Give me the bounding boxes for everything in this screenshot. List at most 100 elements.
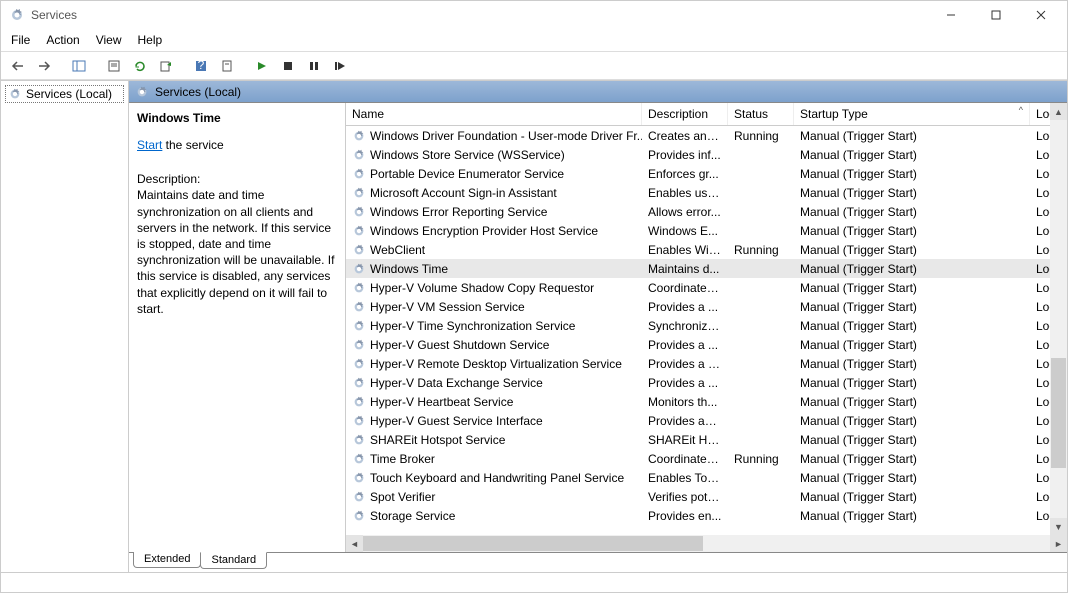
properties-button[interactable] [103, 55, 125, 77]
selected-service-name: Windows Time [137, 111, 337, 125]
main-area: Services (Local) Services (Local) Window… [1, 80, 1067, 572]
service-startup: Manual (Trigger Start) [794, 224, 1030, 238]
refresh-button[interactable] [129, 55, 151, 77]
service-startup: Manual (Trigger Start) [794, 300, 1030, 314]
col-name[interactable]: Name [346, 103, 642, 125]
vertical-scrollbar[interactable]: ▲ ▼ [1050, 103, 1067, 535]
window-title: Services [31, 8, 77, 22]
service-name: Time Broker [370, 452, 435, 466]
service-desc: SHAREit Ho... [642, 433, 728, 447]
tab-standard[interactable]: Standard [200, 552, 267, 569]
list-header: Name Description Status Startup Type^ Lo… [345, 103, 1067, 126]
service-name: SHAREit Hotspot Service [370, 433, 505, 447]
menu-view[interactable]: View [96, 33, 122, 47]
service-desc: Provides an ... [642, 414, 728, 428]
service-desc: Enables Win... [642, 243, 728, 257]
table-row[interactable]: Hyper-V Guest Service InterfaceProvides … [346, 411, 1067, 430]
service-startup: Manual (Trigger Start) [794, 433, 1030, 447]
service-startup: Manual (Trigger Start) [794, 167, 1030, 181]
table-row[interactable]: Storage ServiceProvides en...Manual (Tri… [346, 506, 1067, 525]
table-row[interactable]: Time BrokerCoordinates...RunningManual (… [346, 449, 1067, 468]
back-button[interactable] [7, 55, 29, 77]
menu-help[interactable]: Help [138, 33, 163, 47]
table-row[interactable]: Windows Error Reporting ServiceAllows er… [346, 202, 1067, 221]
scroll-up-icon[interactable]: ▲ [1050, 103, 1067, 120]
tree-pane: Services (Local) [1, 81, 129, 572]
table-row[interactable]: Spot VerifierVerifies pote...Manual (Tri… [346, 487, 1067, 506]
stop-service-button[interactable] [277, 55, 299, 77]
table-row[interactable]: Touch Keyboard and Handwriting Panel Ser… [346, 468, 1067, 487]
service-desc: Allows error... [642, 205, 728, 219]
table-row[interactable]: WebClientEnables Win...RunningManual (Tr… [346, 240, 1067, 259]
vscroll-thumb[interactable] [1051, 358, 1066, 468]
service-status: Running [728, 129, 794, 143]
table-row[interactable]: Hyper-V Volume Shadow Copy RequestorCoor… [346, 278, 1067, 297]
menu-file[interactable]: File [11, 33, 30, 47]
service-desc: Enforces gr... [642, 167, 728, 181]
table-row[interactable]: Microsoft Account Sign-in AssistantEnabl… [346, 183, 1067, 202]
gear-icon [352, 262, 366, 276]
content-header-label: Services (Local) [155, 85, 241, 99]
service-status: Running [728, 243, 794, 257]
gear-icon [352, 167, 366, 181]
content-header: Services (Local) [129, 81, 1067, 103]
gear-icon [352, 357, 366, 371]
hscroll-thumb[interactable] [363, 536, 703, 551]
col-startup[interactable]: Startup Type^ [794, 103, 1030, 125]
tree-root-item[interactable]: Services (Local) [5, 85, 124, 103]
service-startup: Manual (Trigger Start) [794, 376, 1030, 390]
tree-root-label: Services (Local) [26, 87, 112, 101]
service-name: Portable Device Enumerator Service [370, 167, 564, 181]
statusbar [1, 572, 1067, 592]
close-button[interactable] [1018, 1, 1063, 29]
scroll-right-icon[interactable]: ► [1050, 535, 1067, 552]
gear-icon [135, 85, 149, 99]
table-row[interactable]: Hyper-V Heartbeat ServiceMonitors th...M… [346, 392, 1067, 411]
service-name: Microsoft Account Sign-in Assistant [370, 186, 557, 200]
action-suffix: the service [162, 138, 223, 152]
table-row[interactable]: Hyper-V VM Session ServiceProvides a ...… [346, 297, 1067, 316]
service-status: Running [728, 452, 794, 466]
table-row[interactable]: Windows Driver Foundation - User-mode Dr… [346, 126, 1067, 145]
table-row[interactable]: SHAREit Hotspot Service SHAREit Ho... Manu… [346, 430, 1067, 449]
col-description[interactable]: Description [642, 103, 728, 125]
pause-service-button[interactable] [303, 55, 325, 77]
description-text: Maintains date and time synchronization … [137, 187, 337, 317]
service-startup: Manual (Trigger Start) [794, 148, 1030, 162]
service-name: Hyper-V Time Synchronization Service [370, 319, 575, 333]
service-desc: Maintains d... [642, 262, 728, 276]
table-row[interactable]: Windows TimeMaintains d...Manual (Trigge… [346, 259, 1067, 278]
table-row[interactable]: Hyper-V Remote Desktop Virtualization Se… [346, 354, 1067, 373]
service-name: Touch Keyboard and Handwriting Panel Ser… [370, 471, 624, 485]
scroll-left-icon[interactable]: ◄ [346, 535, 363, 552]
col-status[interactable]: Status [728, 103, 794, 125]
table-row[interactable]: Hyper-V Guest Shutdown ServiceProvides a… [346, 335, 1067, 354]
gear-icon [352, 186, 366, 200]
scroll-down-icon[interactable]: ▼ [1050, 518, 1067, 535]
start-link[interactable]: Start [137, 138, 162, 152]
tab-extended[interactable]: Extended [133, 552, 201, 568]
table-row[interactable]: Hyper-V Data Exchange ServiceProvides a … [346, 373, 1067, 392]
table-row[interactable]: Hyper-V Time Synchronization ServiceSync… [346, 316, 1067, 335]
table-row[interactable]: Windows Store Service (WSService)Provide… [346, 145, 1067, 164]
maximize-button[interactable] [973, 1, 1018, 29]
table-row[interactable]: Windows Encryption Provider Host Service… [346, 221, 1067, 240]
gear-icon [352, 338, 366, 352]
horizontal-scrollbar[interactable]: ◄ ► [345, 535, 1067, 552]
table-row[interactable]: Portable Device Enumerator Service Enforc… [346, 164, 1067, 183]
bottom-tabs: Extended Standard [129, 552, 1067, 572]
service-startup: Manual (Trigger Start) [794, 129, 1030, 143]
show-hide-tree-button[interactable] [68, 55, 90, 77]
minimize-button[interactable] [928, 1, 973, 29]
help-button[interactable]: ? [190, 55, 212, 77]
service-name: Hyper-V Guest Shutdown Service [370, 338, 549, 352]
service-name: Hyper-V Heartbeat Service [370, 395, 513, 409]
start-service-button[interactable] [251, 55, 273, 77]
gear-icon [352, 205, 366, 219]
menu-action[interactable]: Action [46, 33, 79, 47]
help2-button[interactable] [216, 55, 238, 77]
service-startup: Manual (Trigger Start) [794, 357, 1030, 371]
export-button[interactable] [155, 55, 177, 77]
forward-button[interactable] [33, 55, 55, 77]
restart-service-button[interactable] [329, 55, 351, 77]
